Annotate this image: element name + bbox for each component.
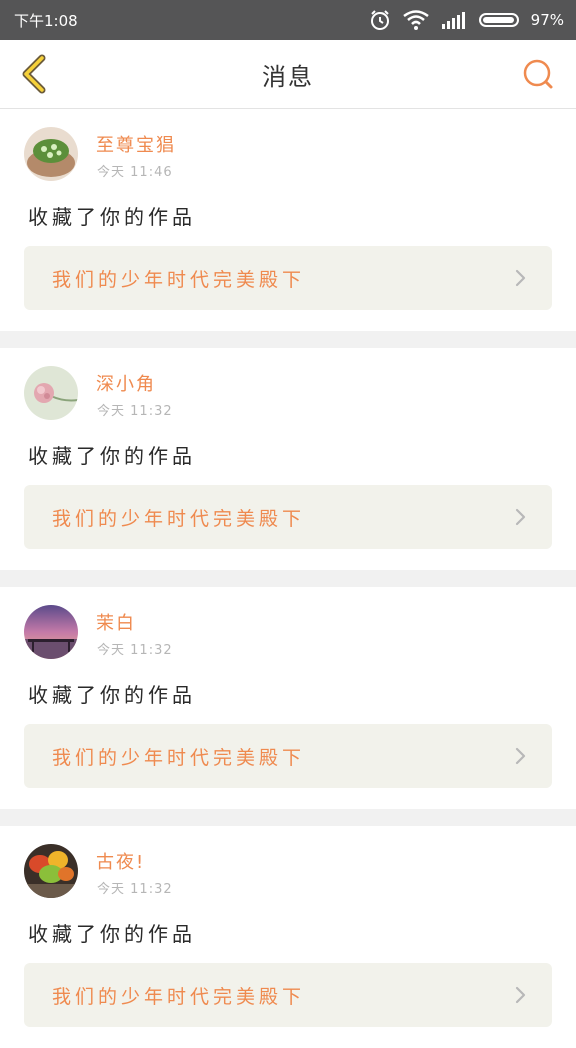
- timestamp-time: 11:32: [130, 643, 173, 658]
- username[interactable]: 深小角: [96, 370, 156, 396]
- work-title: 我们的少年时代完美殿下: [52, 507, 306, 530]
- battery-icon: [478, 13, 519, 27]
- battery-percent: 97%: [530, 11, 564, 29]
- chevron-left-icon: [22, 54, 46, 94]
- avatar[interactable]: [24, 366, 78, 420]
- timestamp: 今天 11:32: [97, 878, 173, 897]
- action-text: 收藏了你的作品: [28, 205, 196, 229]
- action-text: 收藏了你的作品: [28, 683, 196, 707]
- timestamp-date: 今天: [97, 404, 126, 419]
- notification-card: 至尊宝猖 今天 11:46 收藏了你的作品 我们的少年时代完美殿下: [0, 109, 576, 331]
- timestamp-date: 今天: [97, 882, 126, 897]
- work-link[interactable]: 我们的少年时代完美殿下: [24, 724, 552, 788]
- avatar-icon-plant: [24, 127, 78, 181]
- search-icon: [523, 59, 553, 89]
- back-button[interactable]: [14, 54, 54, 94]
- status-time: 下午1:08: [14, 11, 78, 30]
- notification-card: 深小角 今天 11:32 收藏了你的作品 我们的少年时代完美殿下: [0, 348, 576, 570]
- page-title: 消息: [262, 62, 314, 91]
- timestamp-time: 11:32: [130, 882, 173, 897]
- timestamp-time: 11:32: [130, 404, 173, 419]
- username[interactable]: 茉白: [96, 609, 136, 635]
- work-title: 我们的少年时代完美殿下: [52, 985, 306, 1008]
- work-link[interactable]: 我们的少年时代完美殿下: [24, 963, 552, 1027]
- avatar[interactable]: [24, 127, 78, 181]
- wifi-icon: [402, 10, 429, 30]
- alarm-icon: [370, 10, 389, 30]
- avatar-icon-sunset: [24, 605, 78, 659]
- chevron-right-icon: [515, 269, 526, 287]
- action-text: 收藏了你的作品: [28, 922, 196, 946]
- avatar-icon-flower: [24, 366, 78, 420]
- notification-card: 古夜! 今天 11:32 收藏了你的作品 我们的少年时代完美殿下: [0, 826, 576, 1048]
- timestamp-date: 今天: [97, 165, 126, 180]
- status-icons: 97%: [369, 9, 564, 31]
- timestamp: 今天 11:32: [97, 400, 173, 419]
- chevron-right-icon: [515, 747, 526, 765]
- action-text: 收藏了你的作品: [28, 444, 196, 468]
- top-bar: 消息: [0, 40, 576, 109]
- timestamp-date: 今天: [97, 643, 126, 658]
- message-list: 至尊宝猖 今天 11:46 收藏了你的作品 我们的少年时代完美殿下 深小角 今天: [0, 109, 576, 1048]
- timestamp: 今天 11:32: [97, 639, 173, 658]
- status-bar: 下午1:08 97%: [0, 0, 576, 40]
- username[interactable]: 至尊宝猖: [96, 131, 176, 157]
- separator: [0, 809, 576, 826]
- work-link[interactable]: 我们的少年时代完美殿下: [24, 246, 552, 310]
- avatar-icon-leaves: [24, 844, 78, 898]
- chevron-right-icon: [515, 508, 526, 526]
- notification-card: 茉白 今天 11:32 收藏了你的作品 我们的少年时代完美殿下: [0, 587, 576, 809]
- separator: [0, 570, 576, 587]
- work-title: 我们的少年时代完美殿下: [52, 746, 306, 769]
- timestamp-time: 11:46: [130, 165, 173, 180]
- search-button[interactable]: [518, 54, 558, 94]
- signal-icon: [441, 12, 465, 29]
- chevron-right-icon: [515, 986, 526, 1004]
- timestamp: 今天 11:46: [97, 161, 173, 180]
- avatar[interactable]: [24, 605, 78, 659]
- work-title: 我们的少年时代完美殿下: [52, 268, 306, 291]
- avatar[interactable]: [24, 844, 78, 898]
- separator: [0, 331, 576, 348]
- username[interactable]: 古夜!: [96, 848, 145, 874]
- work-link[interactable]: 我们的少年时代完美殿下: [24, 485, 552, 549]
